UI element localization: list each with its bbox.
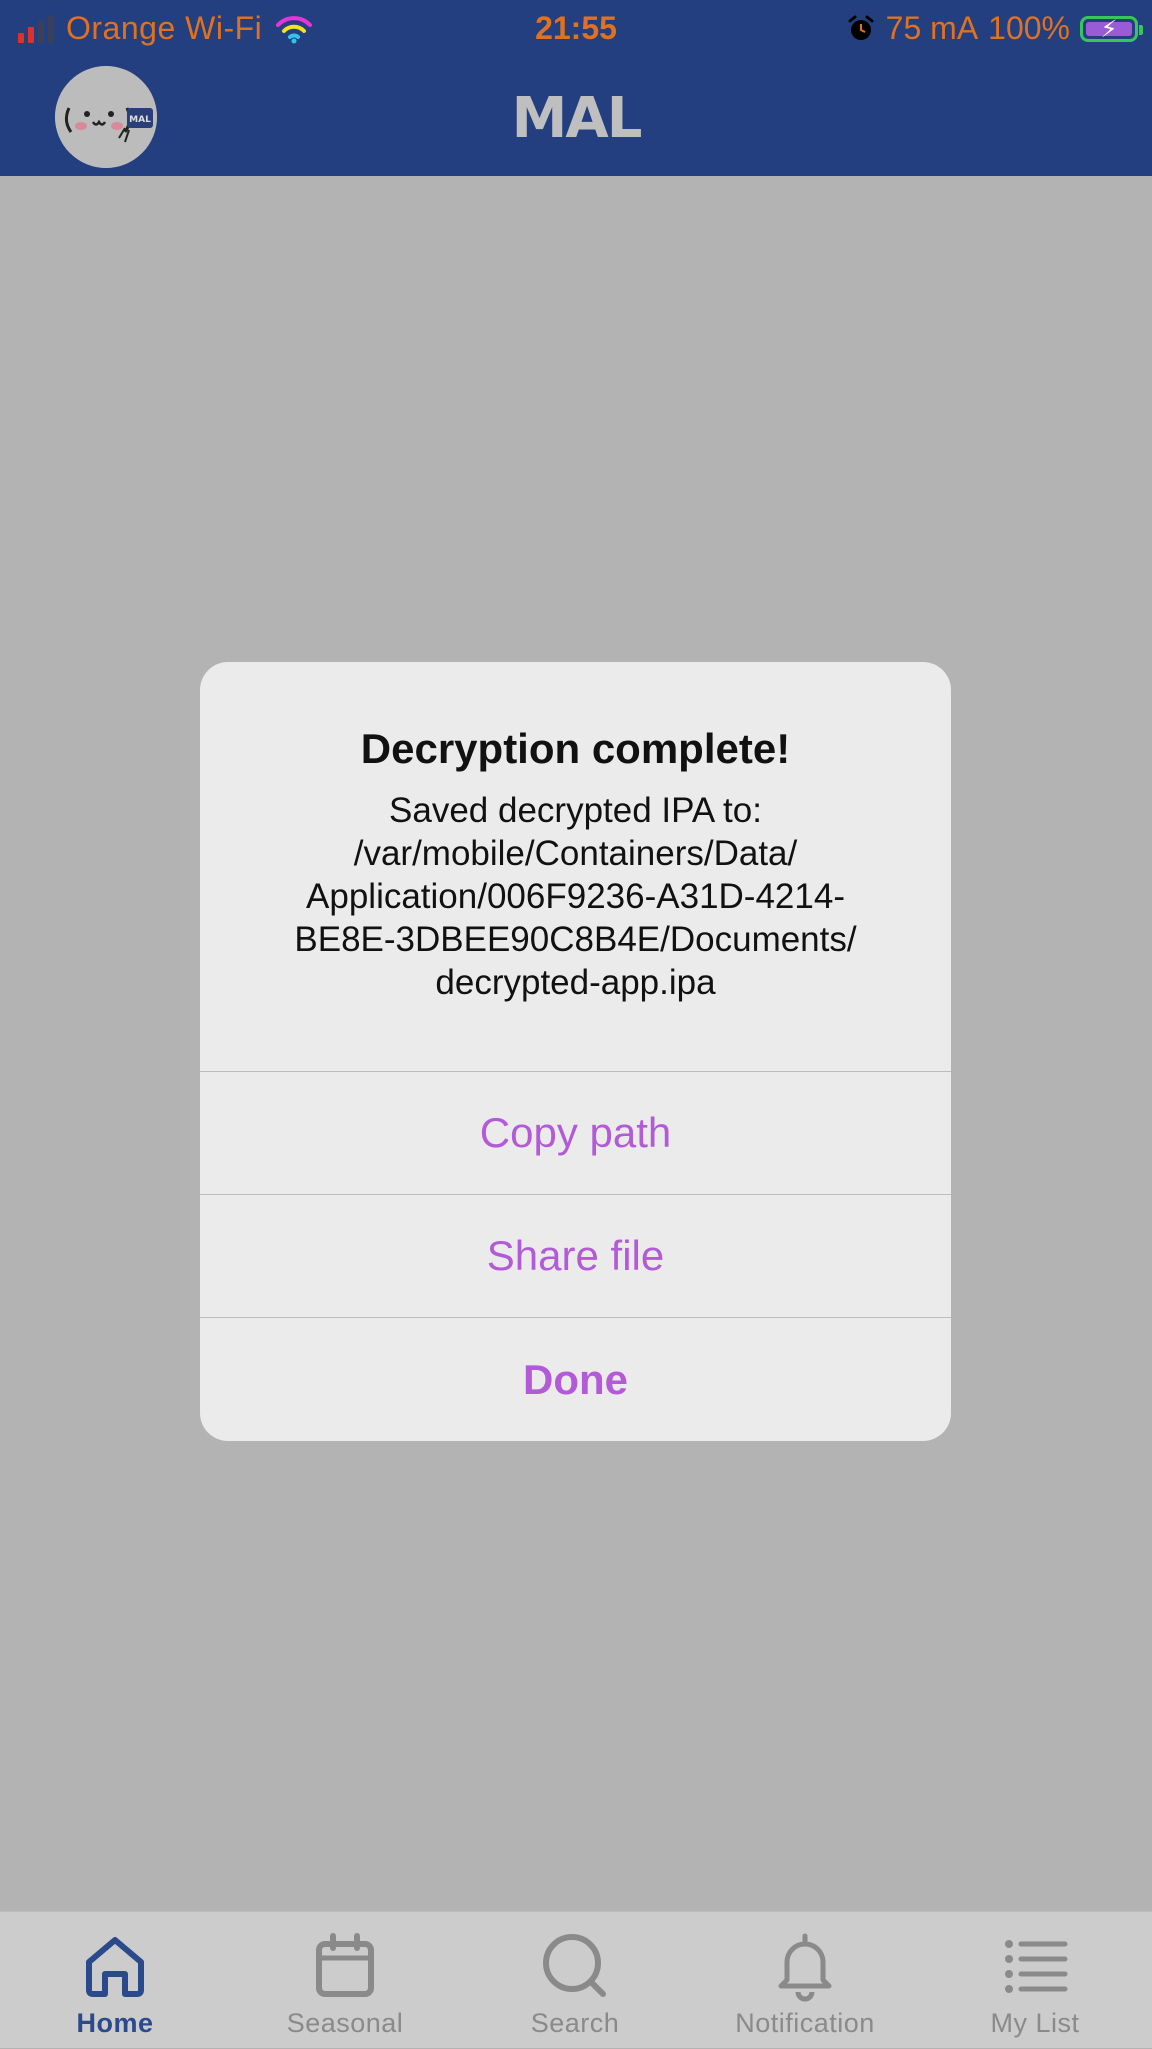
battery-percent: 100% [988, 10, 1070, 46]
copy-path-button[interactable]: Copy path [200, 1071, 951, 1193]
alert-message-line: Application/006F9236-A31D-4214- [306, 877, 845, 916]
tab-label: Notification [735, 2008, 875, 2038]
bell-icon [778, 1933, 832, 2002]
alert-dialog: Decryption complete! Saved decrypted IPA… [200, 662, 951, 1441]
status-bar: Orange Wi-Fi 21:55 75 mA 100% ⚡ [0, 0, 1152, 60]
alert-message: Saved decrypted IPA to: /var/mobile/Cont… [240, 789, 911, 1004]
alert-message-line: Saved decrypted IPA to: [389, 791, 762, 830]
battery-icon: ⚡ [1080, 15, 1143, 43]
tab-bar: Home Seasonal Search Notification My Lis… [0, 1911, 1152, 2048]
header-bar: Orange Wi-Fi 21:55 75 mA 100% ⚡ MAL MAL [0, 0, 1152, 176]
tab-label: My List [990, 2008, 1080, 2038]
tab-label: Home [76, 2008, 154, 2038]
app-logo: MAL [511, 86, 643, 151]
tab-my-list[interactable]: My List [920, 1912, 1150, 2049]
tab-label: Search [530, 2008, 620, 2038]
calendar-icon [316, 1933, 374, 1997]
share-file-button[interactable]: Share file [200, 1194, 951, 1316]
charging-bolt-icon: ⚡ [1100, 15, 1118, 43]
alert-message-line: BE8E-3DBEE90C8B4E/Documents/ [294, 920, 857, 959]
home-icon [86, 1937, 144, 1997]
alert-message-line: /var/mobile/Containers/Data/ [353, 834, 798, 873]
tab-label: Seasonal [286, 2008, 404, 2038]
tab-notification[interactable]: Notification [690, 1912, 920, 2049]
tab-seasonal[interactable]: Seasonal [230, 1912, 460, 2049]
alert-title: Decryption complete! [360, 725, 791, 772]
current-readout: 75 mA [885, 10, 979, 46]
tab-search[interactable]: Search [460, 1912, 690, 2049]
list-icon [1005, 1940, 1068, 1993]
tab-home[interactable]: Home [0, 1912, 230, 2049]
search-icon [543, 1934, 606, 1997]
alarm-icon [848, 15, 874, 40]
done-button[interactable]: Done [200, 1317, 951, 1441]
alert-message-line: decrypted-app.ipa [435, 963, 716, 1002]
